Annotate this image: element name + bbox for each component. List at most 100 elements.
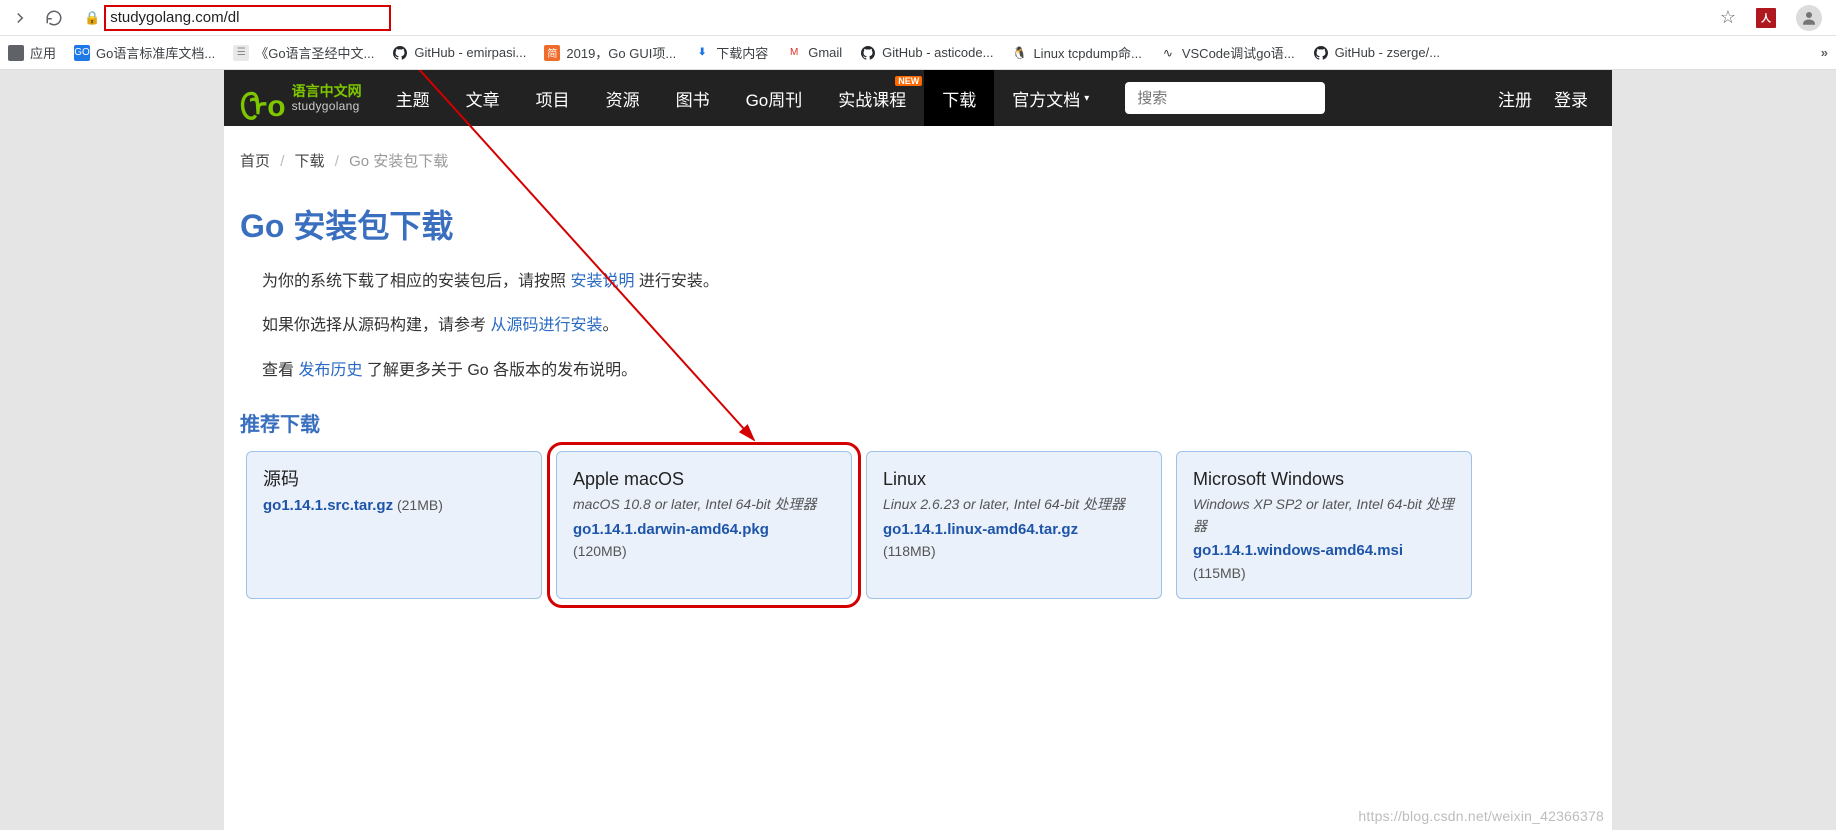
bookmark-favicon-icon: 简 [544,45,560,61]
bookmark-label: VSCode调试go语... [1182,43,1295,62]
install-from-source-link[interactable]: 从源码进行安装 [490,317,602,334]
intro-p1: 为你的系统下载了相应的安装包后，请按照 安装说明 进行安装。 [262,267,1596,297]
crumb-dl[interactable]: 下载 [295,153,325,170]
page: ᠿo 语言中文网 studygolang 主题文章项目资源图书Go周刊实战课程N… [224,70,1612,830]
bookmark-favicon-icon: ∿ [1160,45,1176,61]
bookmark-item[interactable]: ☰ 《Go语言圣经中文... [233,43,374,62]
intro-p3: 查看 发布历史 了解更多关于 Go 各版本的发布说明。 [262,356,1596,386]
nav-item[interactable]: 图书 [658,70,728,126]
card-size: (120MB) [573,541,835,563]
nav-item-label: Go周刊 [746,86,803,111]
download-card[interactable]: Apple macOSmacOS 10.8 or later, Intel 64… [556,451,852,599]
bookmark-label: GitHub - zserge/... [1335,45,1440,60]
forward-icon[interactable] [8,6,32,30]
card-size: (115MB) [1193,563,1455,585]
card-file-link[interactable]: go1.14.1.windows-amd64.msi [1193,539,1455,562]
crumb-home[interactable]: 首页 [240,153,270,170]
card-file-link[interactable]: go1.14.1.src.tar.gz [263,497,393,514]
bookmark-item[interactable]: GitHub - asticode... [860,45,993,61]
bookmark-item[interactable]: GitHub - zserge/... [1313,45,1440,61]
bookmark-favicon-icon [8,45,24,61]
site-nav: ᠿo 语言中文网 studygolang 主题文章项目资源图书Go周刊实战课程N… [224,70,1612,126]
bookmark-item[interactable]: 应用 [8,43,56,62]
nav-search[interactable] [1125,82,1325,114]
bookmark-favicon-icon [392,45,408,61]
breadcrumb: 首页 / 下载 / Go 安装包下载 [240,150,1596,183]
watermark: https://blog.csdn.net/weixin_42366378 [1358,808,1604,824]
bookmark-item[interactable]: M Gmail [786,45,842,61]
bookmark-item[interactable]: GitHub - emirpasi... [392,45,526,61]
bookmark-item[interactable]: 🐧 Linux tcpdump命... [1011,43,1141,62]
crumb-current: Go 安装包下载 [349,153,448,170]
bookmark-favicon-icon: 🐧 [1011,45,1027,61]
nav-item[interactable]: 主题 [378,70,448,126]
download-cards: 源码 go1.14.1.src.tar.gz (21MB) Apple macOSm… [246,451,1596,599]
bookmarks-bar: 应用 GO Go语言标准库文档... ☰ 《Go语言圣经中文... GitHub - em… [0,36,1836,70]
card-file-link[interactable]: go1.14.1.darwin-amd64.pkg [573,518,835,541]
bookmark-favicon-icon [860,45,876,61]
bookmark-item[interactable]: ⬇下载内容 [694,43,768,62]
bookmark-favicon-icon: ☰ [233,45,249,61]
nav-item-label: 文章 [466,86,500,111]
address-bar[interactable]: 🔒 studygolang.com/dl [76,5,393,31]
bookmark-star-icon[interactable]: ☆ [1720,7,1736,28]
nav-item-label: 项目 [536,86,570,111]
card-desc: Windows XP SP2 or later, Intel 64-bit 处理… [1193,494,1455,537]
nav-item-label: 官方文档 [1012,86,1080,111]
pdf-extension-icon[interactable]: 人 [1756,8,1776,28]
bookmark-favicon-icon: M [786,45,802,61]
nav-item[interactable]: 文章 [448,70,518,126]
download-card[interactable]: Microsoft WindowsWindows XP SP2 or later… [1176,451,1472,599]
nav-item-label: 下载 [942,86,976,111]
card-size: (118MB) [883,541,1145,563]
reload-icon[interactable] [42,6,66,30]
bookmark-item[interactable]: 简2019，Go GUI项... [544,43,676,62]
card-desc: macOS 10.8 or later, Intel 64-bit 处理器 [573,494,835,516]
install-instructions-link[interactable]: 安装说明 [570,273,634,290]
login-link[interactable]: 登录 [1554,86,1588,111]
bookmark-label: GitHub - emirpasi... [414,45,526,60]
nav-item-label: 资源 [606,86,640,111]
nav-item[interactable]: 下载 [924,70,994,126]
site-logo[interactable]: ᠿo 语言中文网 studygolang [224,70,378,126]
profile-avatar-icon[interactable] [1796,5,1822,31]
bookmark-item[interactable]: ∿ VSCode调试go语... [1160,43,1295,62]
bookmark-label: 《Go语言圣经中文... [255,43,374,62]
register-link[interactable]: 注册 [1498,86,1532,111]
page-title: Go 安装包下载 [240,201,1596,247]
download-card[interactable]: LinuxLinux 2.6.23 or later, Intel 64-bit… [866,451,1162,599]
search-input[interactable] [1125,82,1325,114]
card-title: Microsoft Windows [1193,466,1455,494]
bookmark-label: 应用 [30,43,56,62]
nav-item-label: 图书 [676,86,710,111]
bookmark-item[interactable]: GO Go语言标准库文档... [74,43,215,62]
bookmarks-overflow-icon[interactable]: » [1821,45,1828,60]
bookmark-label: GitHub - asticode... [882,45,993,60]
url-text: studygolang.com/dl [104,5,391,31]
bookmark-label: Gmail [808,45,842,60]
card-title: Linux [883,466,1145,494]
bookmark-favicon-icon: GO [74,45,90,61]
content: 首页 / 下载 / Go 安装包下载 Go 安装包下载 为你的系统下载了相应的安… [224,126,1612,639]
release-history-link[interactable]: 发布历史 [298,362,362,379]
card-size: (21MB) [393,497,443,513]
nav-item[interactable]: 官方文档▾ [994,70,1107,126]
download-card[interactable]: 源码 go1.14.1.src.tar.gz (21MB) [246,451,542,599]
card-title: Apple macOS [573,466,835,494]
card-desc: Linux 2.6.23 or later, Intel 64-bit 处理器 [883,494,1145,516]
new-badge: NEW [895,76,922,86]
intro-p2: 如果你选择从源码构建，请参考 从源码进行安装。 [262,311,1596,341]
nav-item[interactable]: 资源 [588,70,658,126]
nav-item-label: 主题 [396,86,430,111]
card-file-link[interactable]: go1.14.1.linux-amd64.tar.gz [883,518,1145,541]
nav-item-label: 实战课程 [838,86,906,111]
bookmark-label: Linux tcpdump命... [1033,43,1141,62]
card-title: 源码 [263,466,525,494]
nav-item[interactable]: 实战课程NEW [820,70,924,126]
nav-item[interactable]: 项目 [518,70,588,126]
bookmark-favicon-icon [1313,45,1329,61]
bookmark-label: Go语言标准库文档... [96,43,215,62]
nav-item[interactable]: Go周刊 [728,70,821,126]
logo-cn: 语言中文网 [292,84,362,98]
recommended-heading: 推荐下载 [240,408,1596,437]
